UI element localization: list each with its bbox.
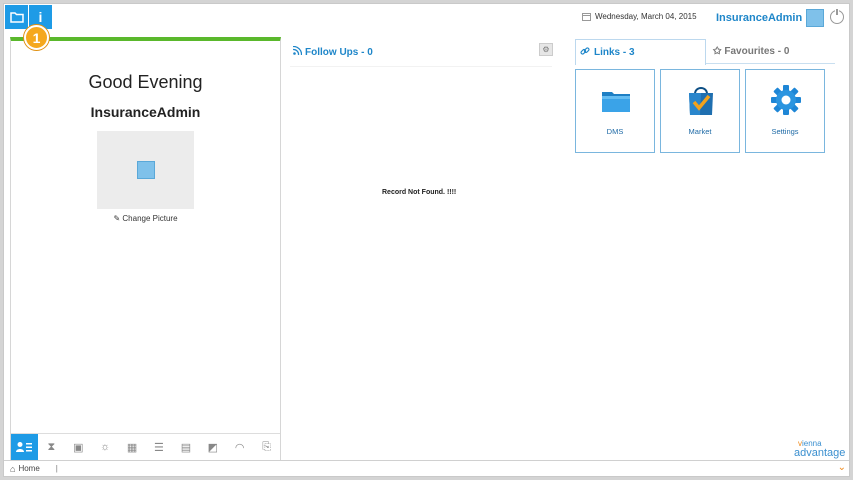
info-icon: i — [38, 9, 43, 25]
greeting-text: Good Evening — [88, 72, 203, 92]
folder-icon — [9, 12, 24, 23]
date-text: Wednesday, March 04, 2015 — [595, 12, 697, 21]
market-tile[interactable]: Market — [660, 69, 740, 153]
header-user-name[interactable]: InsuranceAdmin — [716, 12, 802, 24]
widget-icon-strip: ⧗ ▣ ☼ ▦ ☰ ▤ ◩ ◠ ⎘ — [11, 433, 280, 460]
hourglass-widget-button[interactable]: ⧗ — [38, 434, 65, 460]
hourglass-icon: ⧗ — [47, 440, 56, 453]
document-icon: ▤ — [180, 441, 192, 454]
home-icon[interactable]: ⌂ — [10, 464, 15, 474]
clipboard-icon: ▣ — [73, 441, 84, 454]
follow-ups-header[interactable]: Follow Ups - 0 — [292, 45, 373, 58]
tile-label: Market — [688, 127, 712, 136]
rss-icon — [292, 45, 303, 58]
lightbulb-icon: ☼ — [100, 441, 111, 453]
dms-tile[interactable]: DMS — [575, 69, 655, 153]
profile-picture — [97, 131, 194, 209]
logo-bottom-text: advantage — [794, 447, 846, 459]
tab-links-label: Links - 3 — [594, 47, 635, 58]
clipboard-widget-button[interactable]: ▣ — [65, 434, 92, 460]
gauge-icon: ◠ — [234, 441, 245, 454]
pencil-icon: ✎ — [113, 214, 121, 223]
settings-tile[interactable]: Settings — [745, 69, 825, 153]
divider — [290, 66, 552, 67]
gauge-widget-button[interactable]: ◠ — [226, 434, 253, 460]
follow-ups-title: Follow Ups - 0 — [305, 46, 373, 58]
calendar-icon — [582, 12, 591, 21]
star-icon: ✩ — [713, 46, 722, 57]
calendar-widget-button[interactable]: ▦ — [119, 434, 146, 460]
gear-icon — [771, 85, 801, 115]
avatar — [137, 161, 155, 179]
tab-favourites[interactable]: ✩ Favourites - 0 — [711, 39, 835, 64]
profile-user-name: InsuranceAdmin — [90, 104, 201, 120]
tab-favourites-label: Favourites - 0 — [724, 46, 790, 57]
profile-widget-button[interactable] — [11, 434, 38, 460]
tile-label: Settings — [771, 127, 799, 136]
profile-panel: Good Evening InsuranceAdmin ✎ Change Pic… — [10, 37, 281, 461]
file-search-widget-button[interactable]: ⎘ — [253, 434, 280, 460]
change-picture-link[interactable]: ✎ Change Picture — [11, 214, 280, 223]
status-bar: ⌂ Home | ⌄ — [4, 460, 849, 476]
link-icon — [580, 46, 590, 59]
bulb-widget-button[interactable]: ☼ — [92, 434, 119, 460]
folder-icon — [602, 92, 630, 112]
power-icon[interactable] — [830, 9, 844, 24]
empty-message: Record Not Found. !!!! — [382, 189, 457, 196]
gear-icon: ⚙ — [542, 45, 550, 54]
links-tabs: Links - 3 ✩ Favourites - 0 — [575, 39, 835, 65]
vienna-advantage-logo: vienna advantage — [794, 440, 849, 459]
shopping-bag-icon — [689, 87, 713, 115]
tab-links[interactable]: Links - 3 — [575, 39, 706, 65]
user-card-icon — [16, 442, 33, 452]
edit-icon: ◩ — [207, 441, 218, 454]
date-display: Wednesday, March 04, 2015 — [582, 12, 697, 21]
change-picture-label: Change Picture — [122, 214, 178, 223]
tile-label: DMS — [606, 127, 624, 136]
folder-button[interactable] — [5, 5, 28, 29]
document-widget-button[interactable]: ▤ — [172, 434, 199, 460]
calendar-icon: ▦ — [126, 441, 138, 454]
file-search-icon: ⎘ — [262, 440, 272, 453]
notes-icon: ☰ — [154, 441, 164, 454]
header-avatar[interactable] — [806, 9, 824, 27]
top-bar: i 1 Wednesday, March 04, 2015 InsuranceA… — [4, 4, 849, 50]
step-badge: 1 — [24, 25, 49, 50]
notes-widget-button[interactable]: ☰ — [146, 434, 173, 460]
edit-widget-button[interactable]: ◩ — [199, 434, 226, 460]
footer-separator: | — [55, 464, 58, 473]
home-link[interactable]: Home — [18, 464, 39, 473]
chevron-down-icon[interactable]: ⌄ — [838, 462, 846, 473]
follow-ups-settings-button[interactable]: ⚙ — [539, 43, 553, 56]
app-window: i 1 Wednesday, March 04, 2015 InsuranceA… — [3, 3, 850, 477]
